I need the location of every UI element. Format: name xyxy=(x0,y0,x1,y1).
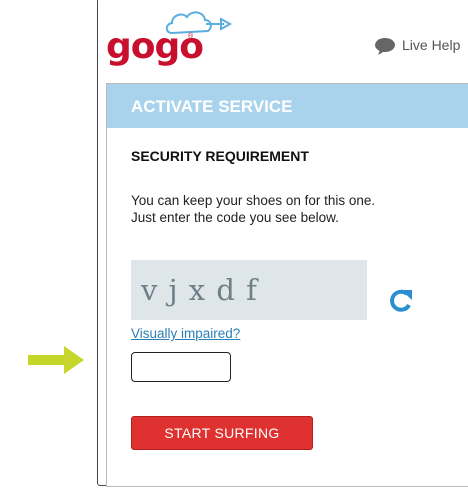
start-surfing-button[interactable]: START SURFING xyxy=(131,416,313,450)
chat-bubble-icon xyxy=(375,38,395,56)
gogo-logo: gogo ® xyxy=(106,7,233,67)
logo-registered-mark: ® xyxy=(188,33,194,40)
visually-impaired-link[interactable]: Visually impaired? xyxy=(131,326,240,341)
activate-service-panel: ACTIVATE SERVICE SECURITY REQUIREMENT Yo… xyxy=(106,83,468,487)
section-title: SECURITY REQUIREMENT xyxy=(131,148,309,164)
live-help-link[interactable]: Live Help xyxy=(374,37,461,56)
browser-frame: gogo ® Live Help ACTIVATE SERVICE SECURI… xyxy=(97,0,468,487)
instructions: You can keep your shoes on for this one.… xyxy=(131,192,431,226)
captcha-code-input[interactable] xyxy=(131,352,231,382)
instruction-line: You can keep your shoes on for this one. xyxy=(131,193,376,208)
panel-header: ACTIVATE SERVICE xyxy=(107,84,468,128)
instruction-line: Just enter the code you see below. xyxy=(131,210,339,225)
refresh-icon[interactable] xyxy=(387,288,415,314)
live-help-label: Live Help xyxy=(402,37,461,53)
captcha-image: v j x d f xyxy=(131,260,367,320)
arrow-right-icon xyxy=(28,346,84,374)
